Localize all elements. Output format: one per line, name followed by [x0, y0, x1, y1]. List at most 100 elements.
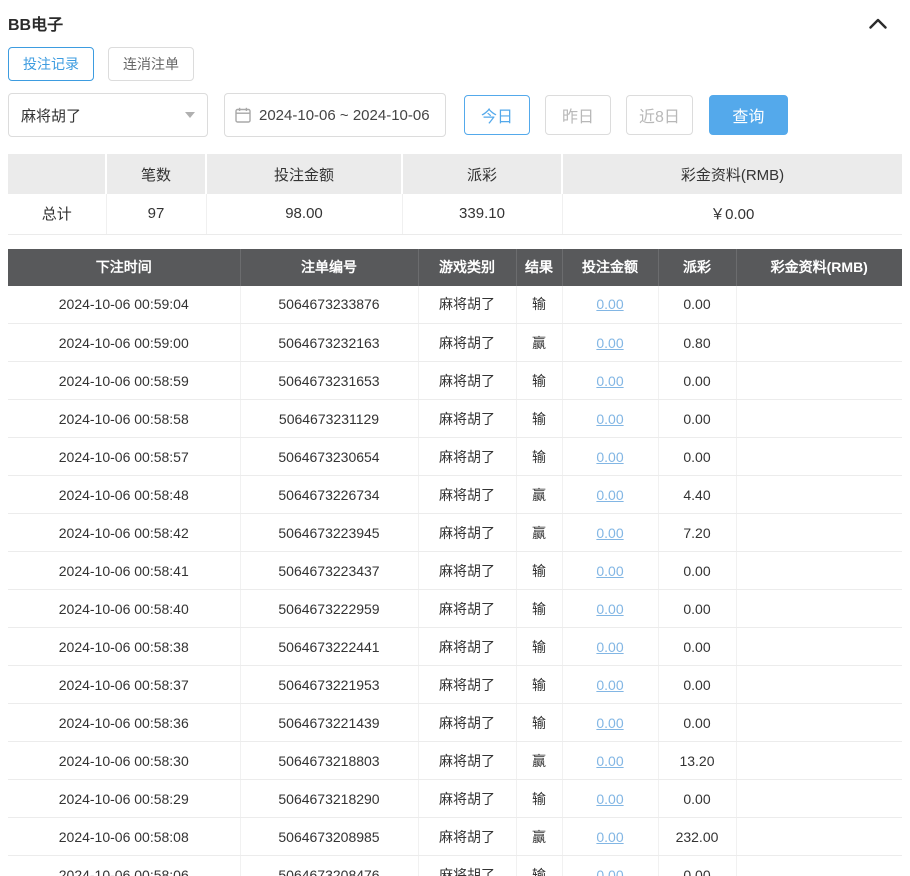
bet-amount-link[interactable]: 0.00: [596, 335, 623, 351]
bet-amount-cell: 0.00: [562, 514, 658, 552]
bet-amount-link[interactable]: 0.00: [596, 487, 623, 503]
payout-cell: 0.00: [658, 362, 736, 400]
game-type-cell: 麻将胡了: [418, 818, 516, 856]
column-header: 彩金资料(RMB): [736, 249, 902, 286]
table-body: 2024-10-06 00:59:045064673233876麻将胡了输0.0…: [8, 286, 902, 876]
bet-amount-cell: 0.00: [562, 590, 658, 628]
bet-amount-link[interactable]: 0.00: [596, 411, 623, 427]
table-row: 2024-10-06 00:58:365064673221439麻将胡了输0.0…: [8, 704, 902, 742]
bet-amount-link[interactable]: 0.00: [596, 639, 623, 655]
game-type-cell: 麻将胡了: [418, 742, 516, 780]
bet-time-cell: 2024-10-06 00:59:00: [8, 324, 240, 362]
bet-time-cell: 2024-10-06 00:58:58: [8, 400, 240, 438]
today-button[interactable]: 今日: [464, 95, 530, 135]
bet-amount-link[interactable]: 0.00: [596, 563, 623, 579]
result-cell: 输: [516, 552, 562, 590]
order-id-cell: 5064673208985: [240, 818, 418, 856]
last-8-days-button[interactable]: 近8日: [626, 95, 693, 135]
game-type-cell: 麻将胡了: [418, 856, 516, 876]
result-cell: 赢: [516, 514, 562, 552]
yesterday-button[interactable]: 昨日: [545, 95, 611, 135]
column-header: 游戏类别: [418, 249, 516, 286]
bet-records-panel: BB电子 投注记录 连消注单 麻将胡了 2024-10-06 ~ 2024-10…: [0, 0, 910, 876]
table-row: 2024-10-06 00:59:005064673232163麻将胡了赢0.0…: [8, 324, 902, 362]
bet-amount-link[interactable]: 0.00: [596, 601, 623, 617]
bonus-cell: [736, 856, 902, 876]
bonus-cell: [736, 704, 902, 742]
result-cell: 赢: [516, 818, 562, 856]
bonus-cell: [736, 476, 902, 514]
summary-total-label: 总计: [8, 194, 106, 234]
bet-amount-cell: 0.00: [562, 476, 658, 514]
column-header: 派彩: [402, 154, 562, 194]
bonus-cell: [736, 780, 902, 818]
collapse-button[interactable]: [866, 11, 890, 35]
payout-cell: 0.00: [658, 590, 736, 628]
game-type-cell: 麻将胡了: [418, 552, 516, 590]
payout-cell: 0.80: [658, 324, 736, 362]
bet-amount-link[interactable]: 0.00: [596, 525, 623, 541]
bet-amount-cell: 0.00: [562, 286, 658, 324]
game-type-select[interactable]: 麻将胡了: [8, 93, 208, 137]
result-cell: 赢: [516, 324, 562, 362]
table-row: 2024-10-06 00:58:065064673208476麻将胡了输0.0…: [8, 856, 902, 876]
bonus-cell: [736, 400, 902, 438]
bet-amount-cell: 0.00: [562, 438, 658, 476]
game-type-cell: 麻将胡了: [418, 514, 516, 552]
bet-amount-link[interactable]: 0.00: [596, 296, 623, 312]
payout-cell: 0.00: [658, 400, 736, 438]
tab-bet-records[interactable]: 投注记录: [8, 47, 94, 81]
result-cell: 输: [516, 286, 562, 324]
bet-amount-cell: 0.00: [562, 742, 658, 780]
game-type-cell: 麻将胡了: [418, 476, 516, 514]
bet-amount-link[interactable]: 0.00: [596, 753, 623, 769]
bet-amount-cell: 0.00: [562, 400, 658, 438]
order-id-cell: 5064673232163: [240, 324, 418, 362]
game-type-cell: 麻将胡了: [418, 590, 516, 628]
payout-cell: 0.00: [658, 780, 736, 818]
bet-time-cell: 2024-10-06 00:58:42: [8, 514, 240, 552]
bonus-cell: [736, 324, 902, 362]
bet-amount-link[interactable]: 0.00: [596, 677, 623, 693]
bonus-cell: [736, 286, 902, 324]
order-id-cell: 5064673222959: [240, 590, 418, 628]
bet-time-cell: 2024-10-06 00:58:30: [8, 742, 240, 780]
bet-amount-link[interactable]: 0.00: [596, 791, 623, 807]
result-cell: 输: [516, 704, 562, 742]
payout-cell: 0.00: [658, 856, 736, 876]
tab-cancelled-orders[interactable]: 连消注单: [108, 47, 194, 81]
order-id-cell: 5064673223945: [240, 514, 418, 552]
bet-amount-link[interactable]: 0.00: [596, 373, 623, 389]
column-header: 派彩: [658, 249, 736, 286]
payout-cell: 4.40: [658, 476, 736, 514]
result-cell: 输: [516, 362, 562, 400]
payout-cell: 0.00: [658, 628, 736, 666]
table-row: 2024-10-06 00:58:595064673231653麻将胡了输0.0…: [8, 362, 902, 400]
search-button[interactable]: 查询: [709, 95, 788, 135]
column-header: 彩金资料(RMB): [562, 154, 902, 194]
bet-time-cell: 2024-10-06 00:58:37: [8, 666, 240, 704]
result-cell: 输: [516, 856, 562, 876]
tab-bar: 投注记录 连消注单: [8, 47, 902, 81]
result-cell: 输: [516, 590, 562, 628]
payout-cell: 0.00: [658, 666, 736, 704]
game-type-cell: 麻将胡了: [418, 286, 516, 324]
bet-amount-link[interactable]: 0.00: [596, 829, 623, 845]
game-type-cell: 麻将胡了: [418, 704, 516, 742]
filter-bar: 麻将胡了 2024-10-06 ~ 2024-10-06 今日 昨日 近8日 查…: [8, 93, 902, 137]
result-cell: 赢: [516, 476, 562, 514]
bet-amount-link[interactable]: 0.00: [596, 715, 623, 731]
date-range-input[interactable]: 2024-10-06 ~ 2024-10-06: [224, 93, 446, 137]
bet-amount-cell: 0.00: [562, 780, 658, 818]
bet-amount-link[interactable]: 0.00: [596, 449, 623, 465]
column-header: [8, 154, 106, 194]
table-header-row: 下注时间注单编号游戏类别结果投注金额派彩彩金资料(RMB): [8, 249, 902, 286]
table-row: 2024-10-06 00:58:375064673221953麻将胡了输0.0…: [8, 666, 902, 704]
column-header: 下注时间: [8, 249, 240, 286]
bonus-cell: [736, 628, 902, 666]
bonus-cell: [736, 514, 902, 552]
order-id-cell: 5064673231129: [240, 400, 418, 438]
bet-amount-link[interactable]: 0.00: [596, 867, 623, 876]
bet-time-cell: 2024-10-06 00:58:36: [8, 704, 240, 742]
order-id-cell: 5064673222441: [240, 628, 418, 666]
